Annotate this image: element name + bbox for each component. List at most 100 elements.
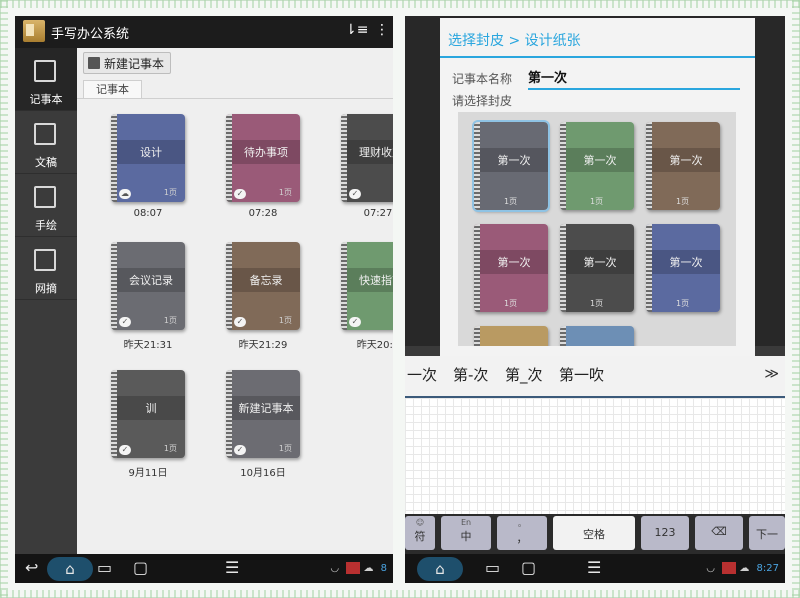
cover-option[interactable]: 第一次 1页 [646, 122, 720, 210]
handwriting-canvas[interactable] [405, 398, 785, 514]
notebook-pen-icon [34, 60, 56, 82]
sidebar-item-webclip[interactable]: 网摘 [15, 237, 77, 300]
cover-option[interactable]: 第一次 1页 [646, 224, 720, 312]
recent-apps-icon[interactable]: ▭ [97, 558, 112, 577]
border-dots-right [792, 0, 800, 598]
menu-icon[interactable]: ☰ [587, 558, 601, 577]
home-icon[interactable]: ⌂ [417, 557, 463, 581]
create-notebook-screen: 选择封皮 > 设计纸张 记事本名称 第一次 请选择封皮 第一次 1页 第一次 1… [405, 16, 785, 583]
screenshot-icon[interactable]: ▢ [521, 558, 536, 577]
notebook-name-label: 记事本名称 [452, 72, 513, 86]
notebook-title: 训 [145, 402, 157, 415]
notebook-time: 08:07 [133, 208, 163, 219]
cover-title: 第一次 [669, 256, 703, 269]
border-dots-left [0, 0, 8, 598]
screenshot-icon[interactable]: ▢ [133, 558, 148, 577]
menu-icon[interactable]: ☰ [225, 558, 239, 577]
notebook-time: 07:27 [363, 208, 393, 219]
notebook-title: 快速指南 [359, 274, 393, 287]
notebook-title: 理财收支 [359, 146, 393, 159]
tab-notebook[interactable]: 记事本 [83, 80, 142, 98]
sidebar-item-notebook[interactable]: 记事本 [15, 48, 77, 111]
cover-pages: 1页 [676, 299, 690, 308]
recent-apps-icon[interactable]: ▭ [485, 558, 500, 577]
cover-title: 第一次 [497, 154, 531, 167]
cover-pages: 1页 [504, 299, 518, 308]
cover-title: 第一次 [497, 256, 531, 269]
clipboard-pen-icon [34, 186, 56, 208]
notebook-card-todo[interactable]: 待办事项 ✓ 1页 [226, 114, 300, 202]
home-icon[interactable]: ⌂ [47, 557, 93, 581]
cover-pages: 1页 [590, 197, 604, 206]
notebook-time: 昨天20:3 [356, 340, 393, 351]
numeric-key[interactable]: 123 [641, 516, 689, 550]
key-label: 符 [414, 530, 426, 543]
notebook-time: 9月11日 [128, 468, 168, 479]
backspace-key[interactable]: ⌫ [695, 516, 743, 550]
check-icon: ✓ [349, 317, 361, 327]
notebook-title: 待办事项 [244, 146, 288, 159]
cover-select-label: 请选择封皮 [452, 94, 513, 108]
key-sublabel: ☺ [415, 518, 425, 527]
border-dots-top [0, 0, 800, 8]
key-label: 空格 [583, 528, 605, 541]
notebook-card-quickguide[interactable]: 快速指南 ✓ 5页 [341, 242, 393, 330]
candidate-word[interactable]: 第一吹 [559, 364, 604, 385]
page-count: 1页 [278, 316, 292, 325]
system-navigation-bar: ↩ ⌂ ▭ ▢ ☰ ◡ ☁ 8 [15, 554, 393, 583]
sidebar-item-handdraw[interactable]: 手绘 [15, 174, 77, 237]
key-label: 中 [460, 530, 472, 543]
more-icon[interactable]: ⋮ [375, 22, 389, 38]
check-icon: ✓ [119, 317, 131, 327]
system-navigation-bar: ⌂ ▭ ▢ ☰ ◡ ☁ 8:27 [405, 554, 785, 583]
notebook-card-meeting[interactable]: 会议记录 ✓ 1页 [111, 242, 185, 330]
candidate-word[interactable]: 第_次 [505, 364, 543, 385]
page-count: 1页 [163, 444, 177, 453]
sidebar-item-document[interactable]: 文稿 [15, 111, 77, 174]
border-dots-bottom [0, 590, 800, 598]
clock-text: 8:27 [756, 563, 779, 574]
space-key[interactable]: 空格 [553, 516, 635, 550]
dialog-divider [440, 56, 755, 58]
candidate-word[interactable]: 一次 [407, 364, 437, 385]
ime-keyboard: ☺ 符 En 中 。 ， 空格 123 ⌫ 下一 [405, 514, 785, 554]
cover-pages: 1页 [504, 197, 518, 206]
new-notebook-button[interactable]: 新建记事本 [83, 52, 172, 74]
cover-option[interactable] [474, 326, 548, 346]
notification-icon [722, 562, 737, 574]
app-title: 手写办公系统 [51, 27, 130, 42]
check-icon: ✓ [349, 189, 361, 199]
notebook-card-finance[interactable]: 理财收支 ✓ 1页 [341, 114, 393, 202]
status-icons: ◡ ☁ 8:27 [706, 562, 779, 574]
cover-grid: 第一次 1页 第一次 1页 第一次 1页 第一次 1页 第一次 1页 第一次 1… [458, 112, 736, 346]
cover-option[interactable] [560, 326, 634, 346]
cover-option[interactable]: 第一次 1页 [560, 122, 634, 210]
check-icon: ✓ [119, 445, 131, 455]
web-clip-icon [34, 249, 56, 271]
sidebar-item-label: 记事本 [29, 93, 63, 106]
next-key[interactable]: 下一 [749, 516, 785, 550]
language-toggle-key[interactable]: En 中 [441, 516, 491, 550]
back-icon[interactable]: ↩ [25, 558, 38, 577]
notebook-name-input[interactable]: 第一次 [528, 70, 740, 90]
notebook-card-new[interactable]: 新建记事本 ✓ 1页 [226, 370, 300, 458]
notebook-card-train[interactable]: 训 ✓ 1页 [111, 370, 185, 458]
sort-icon[interactable]: ⇂≡ [345, 22, 368, 38]
page-count: 1页 [163, 316, 177, 325]
notebook-time: 07:28 [248, 208, 278, 219]
symbol-key[interactable]: ☺ 符 [405, 516, 435, 550]
app-top-bar: 手写办公系统 ⇂≡ ⋮ [15, 16, 393, 48]
sidebar: 记事本 文稿 手绘 网摘 [15, 48, 77, 554]
punctuation-key[interactable]: 。 ， [497, 516, 547, 550]
cover-option[interactable]: 第一次 1页 [472, 120, 550, 212]
collapse-candidates-icon[interactable]: ≫ [764, 366, 779, 382]
backspace-icon: ⌫ [711, 525, 727, 538]
sidebar-item-label: 网摘 [35, 282, 57, 295]
notebook-card-design[interactable]: 设计 ☁ 1页 [111, 114, 185, 202]
page-count: 1页 [278, 444, 292, 453]
candidate-word[interactable]: 第-次 [453, 364, 488, 385]
cover-option[interactable]: 第一次 1页 [560, 224, 634, 312]
notebook-title: 会议记录 [129, 274, 173, 287]
cover-option[interactable]: 第一次 1页 [474, 224, 548, 312]
notebook-card-memo[interactable]: 备忘录 ✓ 1页 [226, 242, 300, 330]
